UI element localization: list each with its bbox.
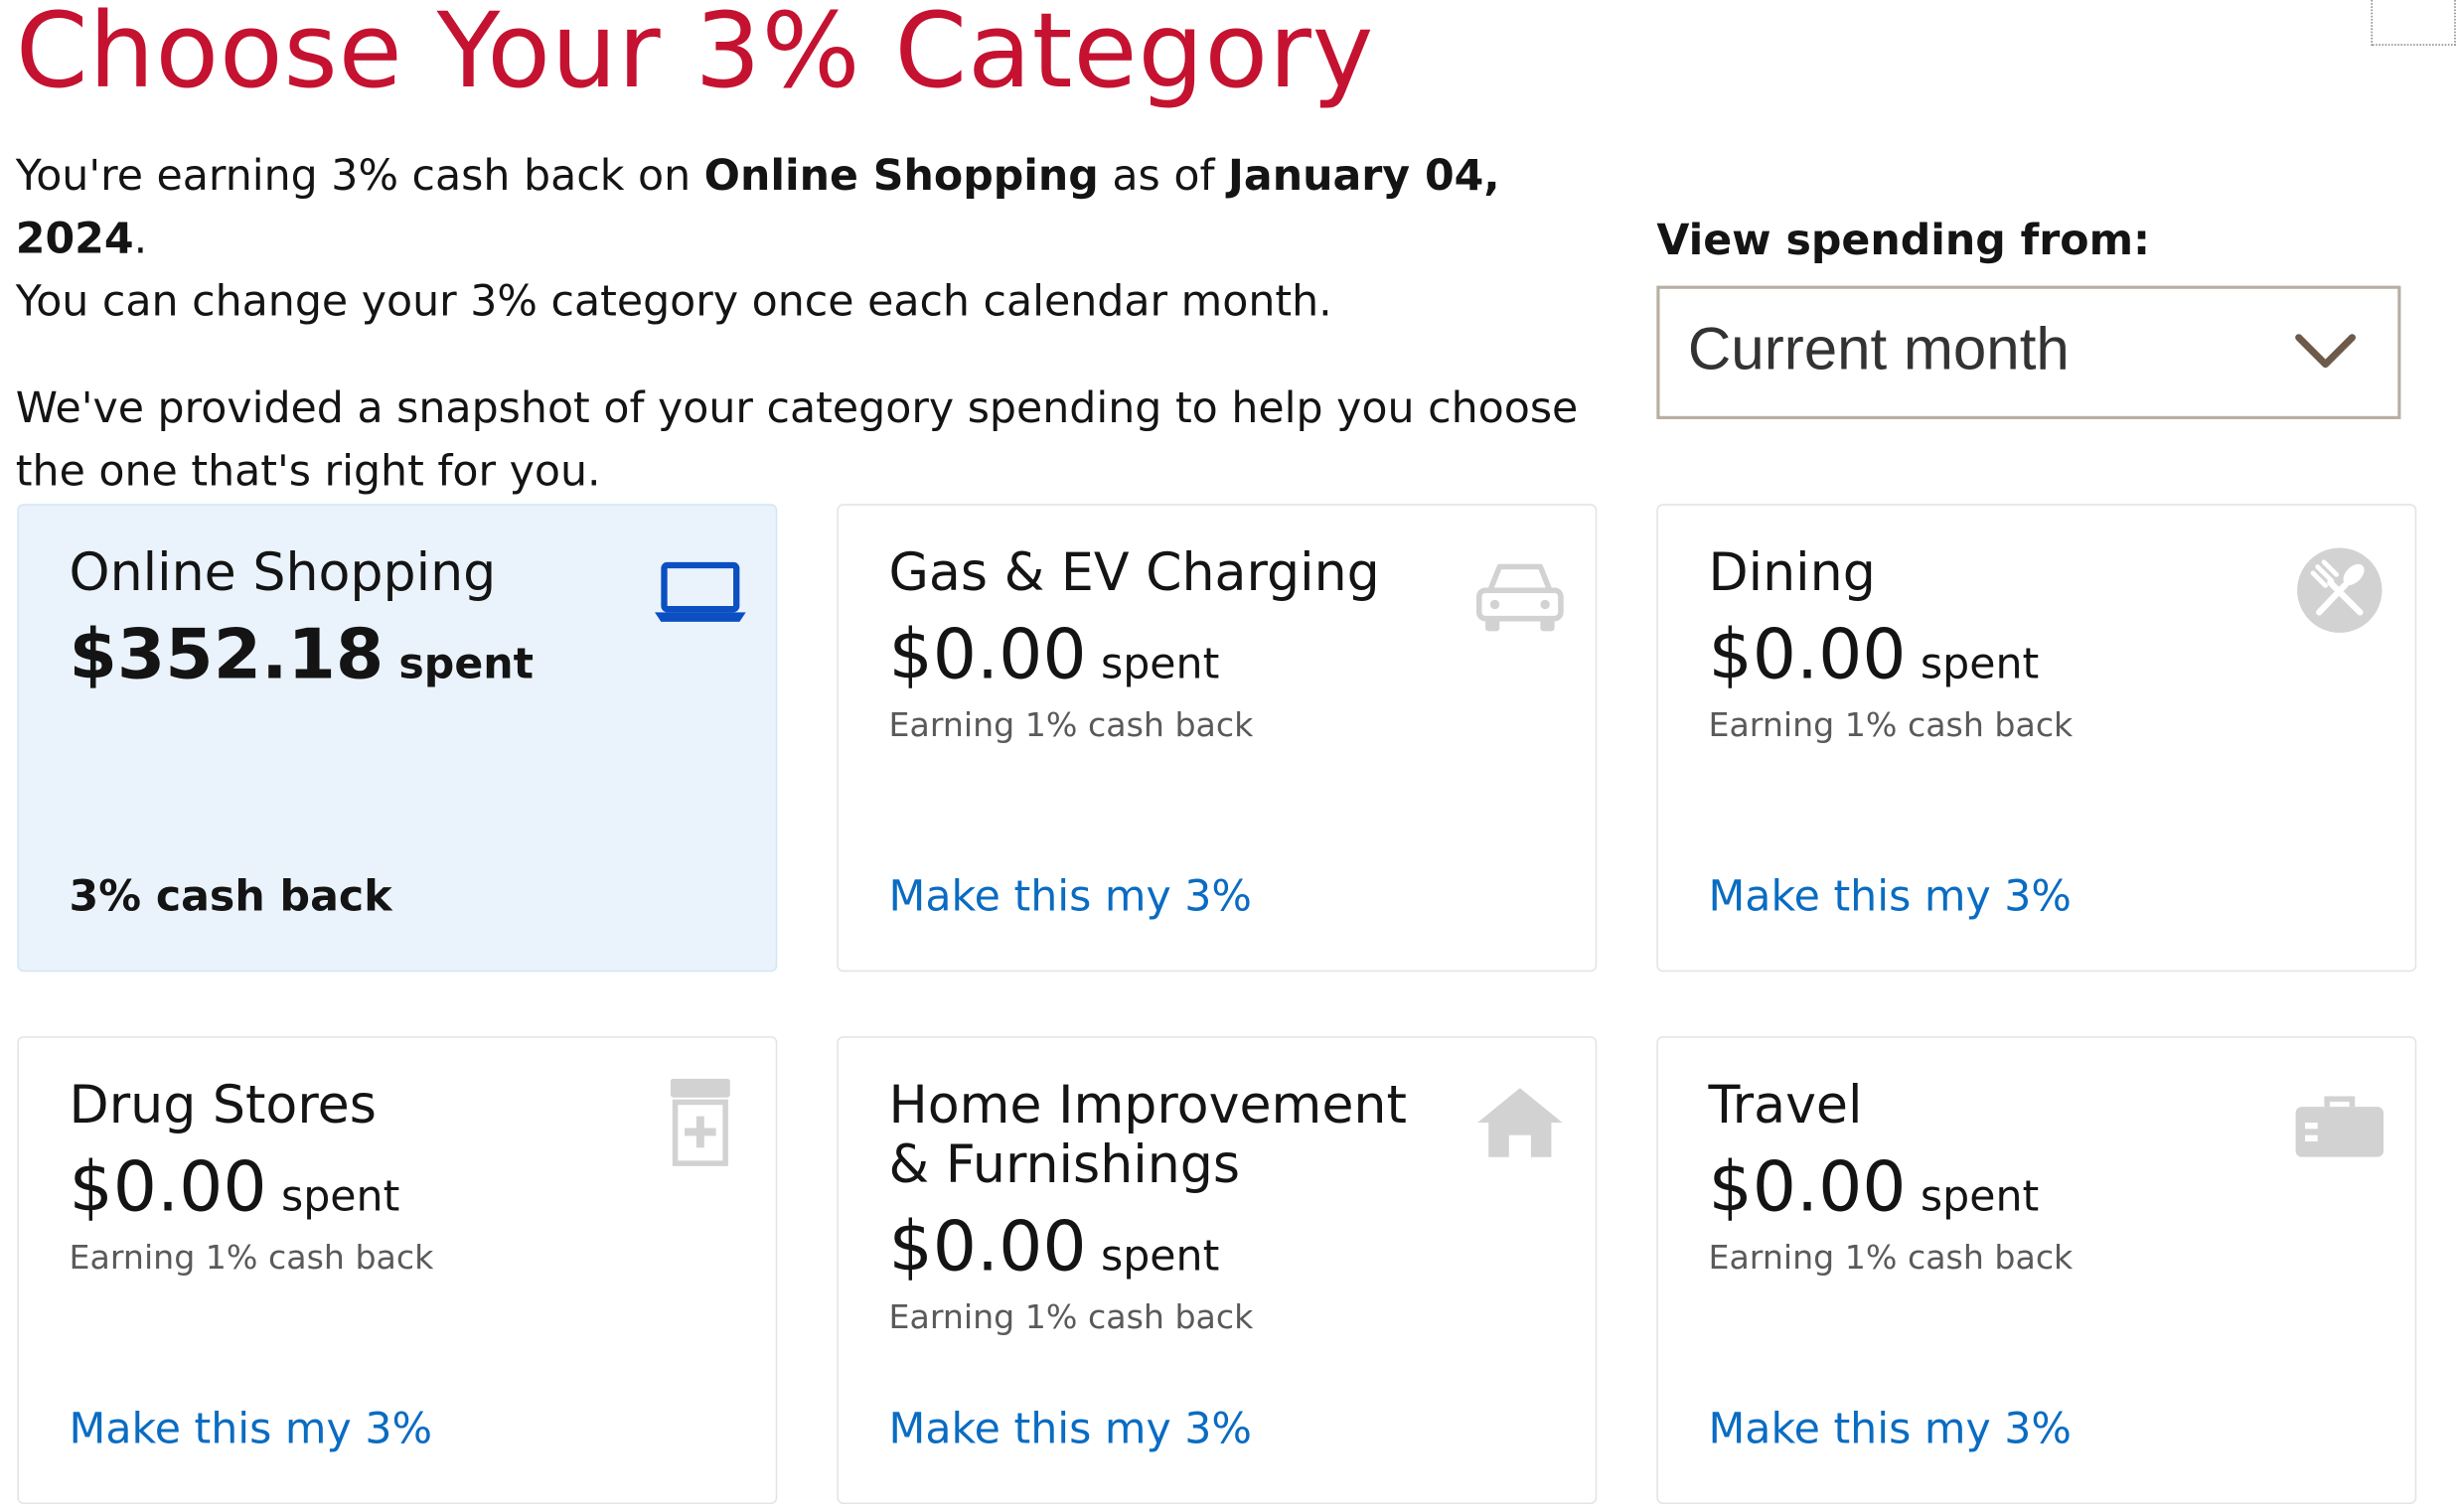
spend-amount-line: $0.00 spent [1708, 616, 2039, 696]
spend-amount: $0.00 [1708, 1147, 1907, 1228]
current-cash-back-status: 3% cash back [69, 872, 392, 922]
intro-text: You're earning 3% cash back on Online Sh… [16, 146, 1586, 504]
category-name: Travel [1708, 1073, 1863, 1135]
make-3-percent-link-dining[interactable]: Make this my 3% [1708, 873, 2071, 922]
category-card-gas-ev: Gas & EV Charging $0.00 spent Earning 1%… [837, 504, 1598, 973]
make-3-percent-link-drug-stores[interactable]: Make this my 3% [70, 1405, 432, 1453]
spending-period-value: Current month [1687, 317, 2070, 383]
earning-rate: Earning 1% cash back [69, 1238, 434, 1277]
spent-label: spent [1920, 640, 2040, 689]
intro-line-2: You can change your 3% category once eac… [15, 277, 1332, 327]
suitcase-icon [2295, 1096, 2385, 1157]
page-title: Choose Your 3% Category [15, 0, 1375, 112]
chevron-down-icon [2295, 334, 2356, 369]
spend-amount-line: $0.00 spent [889, 616, 1220, 696]
spending-filter-label: View spending from: [1656, 217, 2151, 266]
spend-amount-line: $352.18 spent [70, 616, 535, 696]
category-card-travel: Travel $0.00 spent Earning 1% cash back … [1656, 1036, 2417, 1505]
make-3-percent-link-home-improvement[interactable]: Make this my 3% [889, 1405, 1252, 1453]
earning-rate: Earning 1% cash back [1708, 1238, 2074, 1277]
current-category-name: Online Shopping [703, 152, 1099, 202]
car-icon [1475, 563, 1564, 632]
spend-amount: $0.00 [69, 1147, 267, 1228]
category-name: Gas & EV Charging [888, 541, 1380, 603]
spend-amount-line: $0.00 spent [889, 1207, 1220, 1287]
spending-period-select[interactable]: Current month [1656, 285, 2401, 419]
spend-amount-line: $0.00 spent [70, 1147, 400, 1228]
make-3-percent-link-gas-ev[interactable]: Make this my 3% [889, 873, 1252, 922]
category-page: Choose Your 3% Category You're earning 3… [0, 0, 2462, 1512]
spent-label: spent [1100, 1232, 1220, 1282]
spent-label: spent [1100, 640, 1220, 689]
corner-control[interactable] [2371, 0, 2456, 46]
category-card-drug-stores: Drug Stores $0.00 spent Earning 1% cash … [17, 1036, 778, 1505]
category-card-dining: Dining $0.00 spent Earning 1% cash back … [1656, 504, 2417, 973]
earning-rate: Earning 1% cash back [1708, 706, 2074, 745]
laptop-icon [655, 561, 746, 622]
spent-label: spent [280, 1172, 400, 1222]
earning-rate: Earning 1% cash back [888, 1297, 1254, 1336]
make-3-percent-link-travel[interactable]: Make this my 3% [1708, 1405, 2071, 1453]
category-name: Home Improvement & Furnishings [888, 1073, 1407, 1195]
spend-amount: $0.00 [1708, 615, 1907, 696]
category-name: Drug Stores [69, 1073, 377, 1135]
intro-paragraph-2: We've provided a snapshot of your catego… [15, 384, 1579, 497]
spent-label: spent [398, 640, 535, 689]
spend-amount: $0.00 [888, 1207, 1087, 1287]
earning-rate: Earning 1% cash back [888, 706, 1254, 745]
spend-amount-line: $0.00 spent [1708, 1147, 2039, 1228]
pill-bottle-icon [670, 1078, 730, 1166]
spent-label: spent [1920, 1172, 2040, 1222]
category-card-online-shopping: Online Shopping $352.18 spent 3% cash ba… [17, 504, 778, 973]
utensils-icon [2297, 547, 2383, 633]
category-name: Dining [1708, 541, 1876, 603]
spend-amount: $0.00 [888, 615, 1087, 696]
intro-line-1: You're earning 3% cash back on Online Sh… [15, 152, 1500, 264]
category-card-home-improvement: Home Improvement & Furnishings $0.00 spe… [837, 1036, 1598, 1505]
house-icon [1477, 1088, 1563, 1157]
category-name: Online Shopping [69, 541, 497, 603]
spend-amount: $352.18 [69, 615, 385, 696]
